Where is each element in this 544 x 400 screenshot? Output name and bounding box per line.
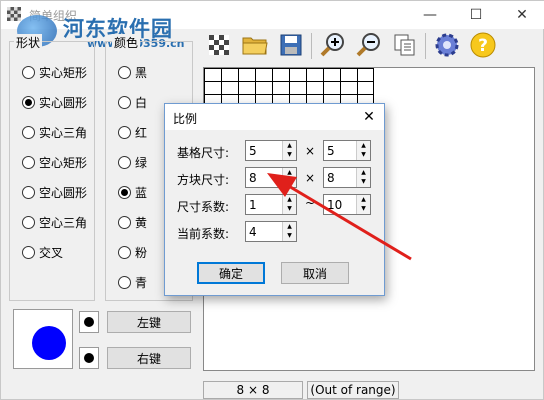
times-sign: ×: [305, 144, 316, 158]
shape-option-cross[interactable]: 交叉: [22, 244, 63, 261]
color-option-white[interactable]: 白: [118, 94, 147, 111]
base-grid-width-spinner[interactable]: 5 ▲ ▼: [245, 140, 297, 161]
left-button-swatch[interactable]: [79, 311, 99, 333]
ok-button[interactable]: 确定: [197, 262, 265, 284]
shape-option-solid-circle[interactable]: 实心圆形: [22, 94, 87, 111]
factor-max-spinner[interactable]: 10 ▲ ▼: [323, 194, 371, 215]
size-factor-label: 尺寸系数:: [177, 200, 230, 214]
color-option-green[interactable]: 绿: [118, 154, 147, 171]
status-bar: 8 × 8 (Out of range): [1, 379, 544, 400]
title-bar: 简单组织 河东软件园 — ☐ ✕: [1, 1, 544, 47]
base-grid-label: 基格尺寸:: [177, 146, 230, 160]
zoom-in-icon[interactable]: [319, 31, 347, 59]
dialog-title: 比例: [173, 112, 198, 126]
canvas-grid: [204, 68, 374, 108]
settings-gear-icon[interactable]: [433, 31, 461, 59]
close-window-button[interactable]: ✕: [499, 1, 544, 29]
right-button[interactable]: 右键: [107, 347, 191, 369]
block-height-spinner[interactable]: 8 ▲ ▼: [323, 167, 371, 188]
toolbar-separator: [311, 33, 312, 59]
open-folder-icon[interactable]: [241, 31, 269, 59]
help-icon[interactable]: ?: [469, 31, 497, 59]
grid-icon[interactable]: [205, 31, 233, 59]
color-option-red[interactable]: 红: [118, 124, 147, 141]
save-icon[interactable]: [277, 31, 305, 59]
left-button[interactable]: 左键: [107, 311, 191, 333]
current-factor-spinner[interactable]: 4 ▲ ▼: [245, 221, 297, 242]
shape-option-solid-rect[interactable]: 实心矩形: [22, 64, 87, 81]
app-icon: [7, 7, 21, 21]
color-option-black[interactable]: 黑: [118, 64, 147, 81]
copy-icon[interactable]: [391, 31, 419, 59]
color-group-title: 颜色: [112, 34, 141, 51]
svg-text:?: ?: [478, 36, 488, 56]
dialog-close-button[interactable]: ✕: [358, 107, 380, 127]
shape-option-solid-triangle[interactable]: 实心三角: [22, 124, 87, 141]
toolbar: ?: [201, 29, 544, 63]
shape-group: 形状 实心矩形 实心圆形 实心三角 空心矩形 空心圆形 空心三角 交叉: [9, 34, 95, 301]
dialog-title-bar: 比例 ✕: [165, 104, 384, 130]
times-sign: ×: [305, 171, 316, 185]
block-width-spinner[interactable]: 8 ▲ ▼: [245, 167, 297, 188]
right-button-swatch[interactable]: [79, 347, 99, 369]
base-grid-height-spinner[interactable]: 5 ▲ ▼: [323, 140, 371, 161]
block-size-label: 方块尺寸:: [177, 173, 230, 187]
current-factor-label: 当前系数:: [177, 227, 230, 241]
factor-min-spinner[interactable]: 1 ▲ ▼: [245, 194, 297, 215]
color-option-pink[interactable]: 粉: [118, 244, 147, 261]
color-option-cyan[interactable]: 青: [118, 274, 147, 291]
preview-circle: [32, 326, 66, 360]
shape-option-hollow-circle[interactable]: 空心圆形: [22, 184, 87, 201]
app-window: 简单组织 河东软件园 — ☐ ✕ www.pc0359.cn: [0, 0, 544, 400]
status-position: (Out of range): [307, 381, 399, 399]
color-option-blue[interactable]: 蓝: [118, 184, 147, 201]
color-option-yellow[interactable]: 黄: [118, 214, 147, 231]
minimize-button[interactable]: —: [407, 1, 453, 29]
cancel-button[interactable]: 取消: [281, 262, 349, 284]
toolbar-separator: [425, 33, 426, 59]
status-size: 8 × 8: [203, 381, 303, 399]
scale-dialog: 比例 ✕ 基格尺寸: 5 ▲ ▼ × 5 ▲ ▼ 方块尺寸: 8 ▲ ▼ × 8 ▲ ▼ 尺寸系…: [164, 103, 385, 296]
zoom-out-icon[interactable]: [355, 31, 383, 59]
range-tilde: ~: [305, 196, 316, 210]
shape-preview: [13, 309, 73, 369]
shape-option-hollow-rect[interactable]: 空心矩形: [22, 154, 87, 171]
maximize-button[interactable]: ☐: [453, 1, 499, 29]
shape-option-hollow-triangle[interactable]: 空心三角: [22, 214, 87, 231]
shape-group-title: 形状: [14, 34, 43, 51]
